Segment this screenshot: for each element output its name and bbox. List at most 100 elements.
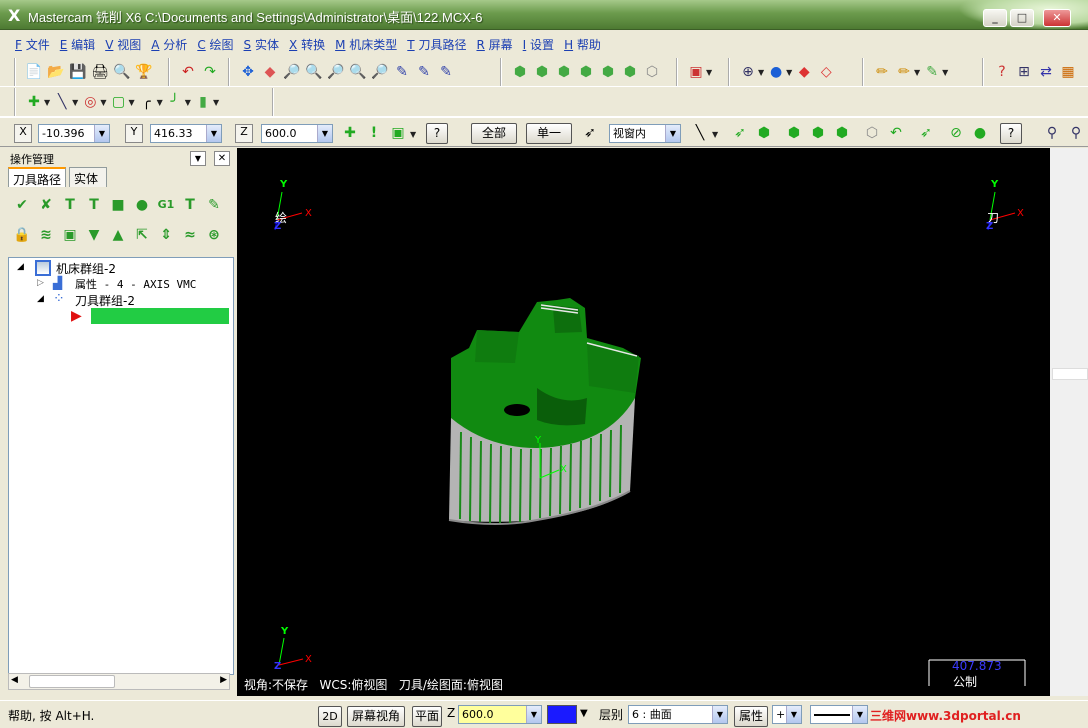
print-preview-icon[interactable]: 🔍 [112, 62, 132, 82]
dropdown-arrow-icon[interactable]: ▼ [914, 68, 920, 77]
move-down-icon[interactable]: ▼ [84, 225, 104, 245]
fillet-icon[interactable]: ╭ [137, 92, 157, 112]
print-icon[interactable]: 🖨 [90, 62, 110, 82]
verify-ops-icon[interactable]: ● [132, 195, 152, 215]
graphics-viewport[interactable]: Y X 绘 Z Y X 刀 Z Y X Y X Z 视角:不保存 WCS:俯视图… [237, 148, 1050, 696]
color-dropdown-icon[interactable]: ▼ [580, 708, 588, 719]
top-view-cube-icon[interactable]: ⬢ [532, 62, 552, 82]
tree-item-machine-group[interactable]: 机床群组-2 [56, 260, 116, 277]
layer-select[interactable]: 6 : 曲面 ▼ [628, 705, 728, 724]
red-cube-icon[interactable]: ▣ [686, 62, 706, 82]
post-g1-icon[interactable]: G1 [156, 195, 176, 215]
part-icon[interactable]: ▦ [1058, 62, 1078, 82]
redo-icon[interactable]: ↷ [200, 62, 220, 82]
solid-face-icon[interactable]: ⬢ [754, 123, 774, 143]
green-pen-icon[interactable]: ✎ [922, 62, 942, 82]
high-feed-icon[interactable]: T [180, 195, 200, 215]
solid-loop-icon[interactable]: ⬢ [832, 123, 852, 143]
tree-item-properties[interactable]: 属性 - 4 - AXIS VMC [75, 276, 196, 292]
trophy-icon[interactable]: 🏆 [134, 62, 154, 82]
sphere-shaded-icon[interactable]: ● [766, 62, 786, 82]
dropdown-arrow-icon[interactable]: ▼ [157, 98, 163, 107]
dropdown-arrow-icon[interactable]: ▼ [712, 706, 727, 723]
display-options-icon[interactable]: ≈ [180, 225, 200, 245]
tree-item-tool-group[interactable]: 刀具群组-2 [75, 292, 135, 309]
z-coordinate-input[interactable]: 600.0 ▼ [261, 124, 333, 143]
dropdown-arrow-icon[interactable]: ▼ [94, 125, 109, 142]
menu-solids[interactable]: S 实体 [239, 36, 284, 53]
pencil-2-icon[interactable]: ✏ [894, 62, 914, 82]
help-ops-icon[interactable]: ⊛ [204, 225, 224, 245]
panel-close-button[interactable]: ✕ [214, 151, 230, 166]
undo-icon[interactable]: ↶ [178, 62, 198, 82]
y-coordinate-input[interactable]: 416.33 ▼ [150, 124, 222, 143]
z-depth-input[interactable]: 600.0 ▼ [458, 705, 542, 724]
tab-solids[interactable]: 实体 [69, 167, 107, 187]
dropdown-arrow-icon[interactable]: ▼ [712, 130, 718, 139]
dropdown-arrow-icon[interactable]: ▼ [72, 98, 78, 107]
help-button[interactable]: ? [426, 123, 448, 144]
unzoom-icon[interactable]: 🔍 [348, 62, 368, 82]
repaint-icon[interactable]: ◆ [260, 62, 280, 82]
wire-view-cube-icon[interactable]: ⬡ [642, 62, 662, 82]
new-file-icon[interactable]: 📄 [24, 62, 44, 82]
left-view-cube-icon[interactable]: ⬢ [598, 62, 618, 82]
x-coordinate-input[interactable]: -10.396 ▼ [38, 124, 110, 143]
splitter-handle[interactable] [1052, 368, 1088, 380]
delete-ops-icon[interactable]: ✎ [204, 195, 224, 215]
2d-3d-toggle-button[interactable]: 2D [318, 706, 342, 727]
lock-ops-icon[interactable]: 🔒 [12, 225, 32, 245]
menu-screen[interactable]: R 屏幕 [471, 36, 517, 53]
fast-point-icon[interactable]: ✚ [340, 123, 360, 143]
selection-method-select[interactable]: 视窗内 ▼ [609, 124, 681, 143]
iso-view-cube-icon[interactable]: ⬢ [510, 62, 530, 82]
rectangle-icon[interactable]: ▢ [108, 92, 128, 112]
dropdown-arrow-icon[interactable]: ▼ [942, 68, 948, 77]
panel-menu-button[interactable]: ▼ [190, 151, 206, 166]
autocursor-settings-icon[interactable]: ▣ [388, 123, 408, 143]
tree-diagram-icon[interactable]: ⊞ [1014, 62, 1034, 82]
minimize-button[interactable]: _ [983, 9, 1007, 27]
arc-icon[interactable]: ◎ [80, 92, 100, 112]
exclaim-icon[interactable]: ! [364, 123, 384, 143]
menu-edit[interactable]: E 编辑 [55, 36, 100, 53]
solid-body-icon[interactable]: ⬢ [808, 123, 828, 143]
end-select-icon[interactable]: ● [970, 123, 990, 143]
dropdown-arrow-icon[interactable]: ▼ [410, 130, 416, 139]
zoom-window-icon[interactable]: 🔍 [304, 62, 324, 82]
scroll-right-icon[interactable]: ▶ [220, 675, 227, 685]
dropdown-arrow-icon[interactable]: ▼ [128, 98, 134, 107]
menu-machine-type[interactable]: M 机床类型 [330, 36, 402, 53]
dropdown-arrow-icon[interactable]: ▼ [185, 98, 191, 107]
maximize-button[interactable]: □ [1010, 9, 1034, 27]
tab-toolpaths[interactable]: 刀具路径 [8, 167, 66, 187]
globe-wire-icon[interactable]: ⊕ [738, 62, 758, 82]
point-style-select[interactable]: + ▼ [772, 705, 802, 724]
dropdown-arrow-icon[interactable]: ▼ [758, 68, 764, 77]
back-face-icon[interactable]: ⬡ [862, 123, 882, 143]
dropdown-arrow-icon[interactable]: ▼ [206, 125, 221, 142]
quick-mask-icon[interactable]: ⚲ [1042, 123, 1062, 143]
color-swatch-button[interactable] [547, 705, 577, 724]
vector-select-icon[interactable]: ╲ [690, 123, 710, 143]
select-invalid-ops-icon[interactable]: ✘ [36, 195, 56, 215]
scroll-left-icon[interactable]: ◀ [11, 675, 18, 685]
question-arrow-icon[interactable]: ? [992, 62, 1012, 82]
zoom-out-icon[interactable]: 🔎 [370, 62, 390, 82]
chamfer-icon[interactable]: ╯ [165, 92, 185, 112]
dropdown-arrow-icon[interactable]: ▼ [786, 706, 801, 723]
quick-mask-2-icon[interactable]: ⚲ [1066, 123, 1086, 143]
attributes-button[interactable]: 属性 [734, 706, 768, 727]
dropdown-arrow-icon[interactable]: ▼ [317, 125, 332, 142]
line-icon[interactable]: ╲ [52, 92, 72, 112]
chain-icon[interactable]: ↶ [886, 123, 906, 143]
wand-icon[interactable]: ✎ [392, 62, 412, 82]
verify-select-icon[interactable]: ➶ [730, 123, 750, 143]
menu-file[interactable]: F 文件 [10, 36, 55, 53]
dropdown-arrow-icon[interactable]: ▼ [706, 68, 712, 77]
dropdown-arrow-icon[interactable]: ▼ [100, 98, 106, 107]
part-model[interactable] [448, 298, 641, 525]
dropdown-arrow-icon[interactable]: ▼ [852, 706, 867, 723]
regenerate-dirty-icon[interactable]: T [84, 195, 104, 215]
select-all-ops-icon[interactable]: ✔ [12, 195, 32, 215]
